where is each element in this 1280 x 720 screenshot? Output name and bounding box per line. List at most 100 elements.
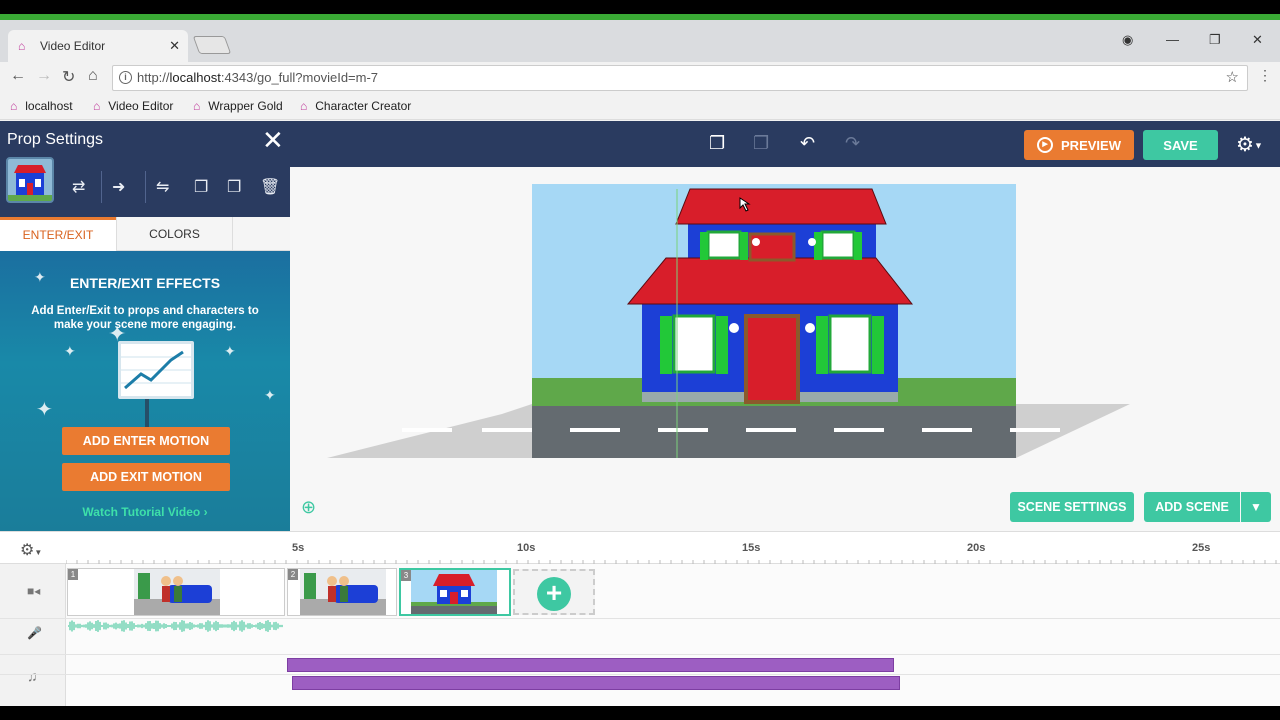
reload-icon[interactable]: ↻ bbox=[62, 67, 75, 87]
bookmark-localhost[interactable]: ⌂ localhost bbox=[10, 99, 73, 113]
ruler-ticks bbox=[66, 560, 1277, 564]
browser-tab-strip: ⌂ Video Editor ✕ ◉ — ❐ ✕ bbox=[0, 20, 1280, 62]
bookmarks-bar: ⌂ localhost ⌂ Video Editor ⌂ Wrapper Gold ⌂… bbox=[0, 94, 1280, 120]
settings-gear-icon[interactable]: ⚙▼ bbox=[1236, 132, 1263, 157]
scene-number: 1 bbox=[68, 569, 78, 580]
stage-area bbox=[290, 167, 1260, 531]
timeline: ⚙▼ 5s 10s 15s 20s 25s ■◂ 🎤 ♫ 1 2 3 + bbox=[0, 531, 1280, 706]
timeline-add-scene-button[interactable]: + bbox=[513, 569, 595, 615]
duplicate-prop-icon[interactable]: ❐ bbox=[227, 177, 241, 197]
swap-prop-icon[interactable]: ⇄ bbox=[72, 177, 85, 197]
bookmark-favicon-icon: ⌂ bbox=[93, 99, 101, 113]
app-favicon-icon: ⌂ bbox=[18, 39, 26, 53]
new-tab-button[interactable] bbox=[192, 36, 232, 54]
bookmark-label: Character Creator bbox=[315, 99, 412, 113]
copy-icon[interactable]: ❐ bbox=[709, 133, 725, 154]
tutorial-label: Watch Tutorial Video bbox=[82, 505, 201, 519]
bookmark-wrapper-gold[interactable]: ⌂ Wrapper Gold bbox=[193, 99, 283, 113]
timeline-ruler[interactable]: ⚙▼ 5s 10s 15s 20s 25s bbox=[0, 532, 1280, 564]
close-panel-icon[interactable]: ✕ bbox=[262, 125, 284, 155]
music-note-icon: ♫ bbox=[27, 668, 38, 684]
preview-button[interactable]: ▶ PREVIEW bbox=[1024, 130, 1134, 160]
effects-title: ENTER/EXIT EFFECTS bbox=[69, 275, 221, 291]
browser-menu-icon[interactable]: ⋮ bbox=[1258, 67, 1272, 84]
watch-tutorial-link[interactable]: Watch Tutorial Video › bbox=[0, 505, 290, 519]
profile-icon[interactable]: ◉ bbox=[1122, 32, 1133, 48]
bookmark-favicon-icon: ⌂ bbox=[10, 99, 18, 113]
scene-canvas[interactable] bbox=[327, 184, 1130, 458]
board-stand bbox=[145, 399, 149, 427]
toolbar-divider bbox=[101, 171, 102, 203]
sparkle-icon: ✦ bbox=[264, 387, 276, 403]
timeline-scene-1[interactable]: 1 bbox=[67, 568, 285, 616]
paste-icon[interactable]: ❐ bbox=[753, 133, 769, 154]
video-camera-icon: ■◂ bbox=[27, 584, 41, 598]
panel-title: Prop Settings bbox=[7, 131, 104, 148]
tab-enter-exit[interactable]: ENTER/EXIT bbox=[0, 217, 116, 251]
timeline-scene-2[interactable]: 2 bbox=[287, 568, 397, 616]
scene-number: 2 bbox=[288, 569, 298, 580]
move-to-scene-icon[interactable]: ➜ bbox=[112, 177, 125, 197]
copy-prop-icon[interactable]: ❐ bbox=[194, 177, 208, 197]
prop-settings-panel: Prop Settings ✕ ⇄ ➜ ⇋ ❐ ❐ 🗑 ENTER/EXIT C… bbox=[0, 121, 290, 531]
sparkle-icon: ✦ bbox=[36, 399, 53, 421]
tick-label: 10s bbox=[517, 542, 536, 554]
undo-icon[interactable]: ↶ bbox=[800, 133, 815, 154]
browser-nav-bar: ← → ↻ ⌂ i http://localhost:4343/go_full?… bbox=[0, 62, 1280, 94]
panel-tabs: ENTER/EXIT COLORS bbox=[0, 217, 290, 251]
tick-label: 5s bbox=[292, 542, 305, 554]
url-host: localhost bbox=[169, 70, 221, 85]
track-divider bbox=[0, 674, 1280, 675]
bookmark-character-creator[interactable]: ⌂ Character Creator bbox=[300, 99, 411, 113]
bookmark-label: Video Editor bbox=[108, 99, 174, 113]
effects-description: Add Enter/Exit to props and characters t… bbox=[31, 305, 259, 331]
preview-label: PREVIEW bbox=[1061, 137, 1121, 153]
bookmark-favicon-icon: ⌂ bbox=[300, 99, 308, 113]
back-icon[interactable]: ← bbox=[10, 67, 26, 85]
scene-settings-button[interactable]: SCENE SETTINGS bbox=[1010, 492, 1134, 522]
close-window-icon[interactable]: ✕ bbox=[1252, 32, 1263, 48]
video-editor: ❐ ❐ ↶ ↷ ▶ PREVIEW SAVE ⚙▼ ⊕ SCENE SETTIN… bbox=[0, 121, 1280, 706]
zoom-in-icon[interactable]: ⊕ bbox=[301, 497, 316, 518]
timeline-settings-gear-icon[interactable]: ⚙▼ bbox=[20, 540, 42, 560]
bookmark-label: Wrapper Gold bbox=[208, 99, 283, 113]
delete-icon[interactable]: 🗑 bbox=[260, 177, 280, 197]
sparkle-icon: ✦ bbox=[64, 343, 76, 359]
tab-colors[interactable]: COLORS bbox=[116, 217, 233, 251]
add-enter-motion-button[interactable]: ADD ENTER MOTION bbox=[62, 427, 230, 455]
restore-icon[interactable]: ❐ bbox=[1209, 32, 1221, 48]
tick-label: 20s bbox=[967, 542, 986, 554]
voice-waveform[interactable] bbox=[68, 620, 284, 632]
enter-exit-effects: ✦ ✦ ✦ ✦ ✦ ✦ ENTER/EXIT EFFECTS Add Enter… bbox=[0, 251, 290, 531]
url-path: :4343/go_full?movieId=m-7 bbox=[220, 70, 379, 85]
browser-tab[interactable]: ⌂ Video Editor ✕ bbox=[8, 30, 188, 62]
music-track-1[interactable] bbox=[287, 658, 894, 672]
home-icon[interactable]: ⌂ bbox=[88, 67, 98, 85]
bookmark-video-editor[interactable]: ⌂ Video Editor bbox=[93, 99, 173, 113]
forward-icon[interactable]: → bbox=[36, 67, 52, 85]
address-bar[interactable]: i http://localhost:4343/go_full?movieId=… bbox=[112, 65, 1248, 91]
tick-label: 25s bbox=[1192, 542, 1211, 554]
add-scene-button[interactable]: ADD SCENE bbox=[1144, 492, 1240, 522]
bookmark-label: localhost bbox=[25, 99, 73, 113]
scene-number: 3 bbox=[401, 570, 411, 581]
redo-icon[interactable]: ↷ bbox=[845, 133, 860, 154]
add-exit-motion-button[interactable]: ADD EXIT MOTION bbox=[62, 463, 230, 491]
tick-label: 15s bbox=[742, 542, 761, 554]
site-info-icon[interactable]: i bbox=[119, 71, 132, 84]
close-tab-icon[interactable]: ✕ bbox=[169, 38, 180, 54]
save-button[interactable]: SAVE bbox=[1143, 130, 1218, 160]
timeline-scene-3[interactable]: 3 bbox=[399, 568, 511, 616]
timeline-track-labels: ■◂ 🎤 ♫ bbox=[0, 564, 66, 706]
music-track-2[interactable] bbox=[292, 676, 900, 690]
prop-thumbnail bbox=[6, 157, 54, 203]
play-icon: ▶ bbox=[1037, 137, 1054, 153]
prop-settings-header: Prop Settings ✕ ⇄ ➜ ⇋ ❐ ❐ 🗑 bbox=[0, 121, 290, 221]
app-window: ⌂ Video Editor ✕ ◉ — ❐ ✕ ← → ↻ ⌂ i http:… bbox=[0, 14, 1280, 706]
flip-icon[interactable]: ⇋ bbox=[156, 177, 169, 197]
bookmark-star-icon[interactable]: ☆ bbox=[1226, 66, 1239, 90]
add-scene-dropdown-icon[interactable]: ▼ bbox=[1241, 492, 1271, 522]
minimize-icon[interactable]: — bbox=[1166, 32, 1179, 47]
toolbar-divider bbox=[145, 171, 146, 203]
chevron-right-icon: › bbox=[203, 505, 208, 519]
